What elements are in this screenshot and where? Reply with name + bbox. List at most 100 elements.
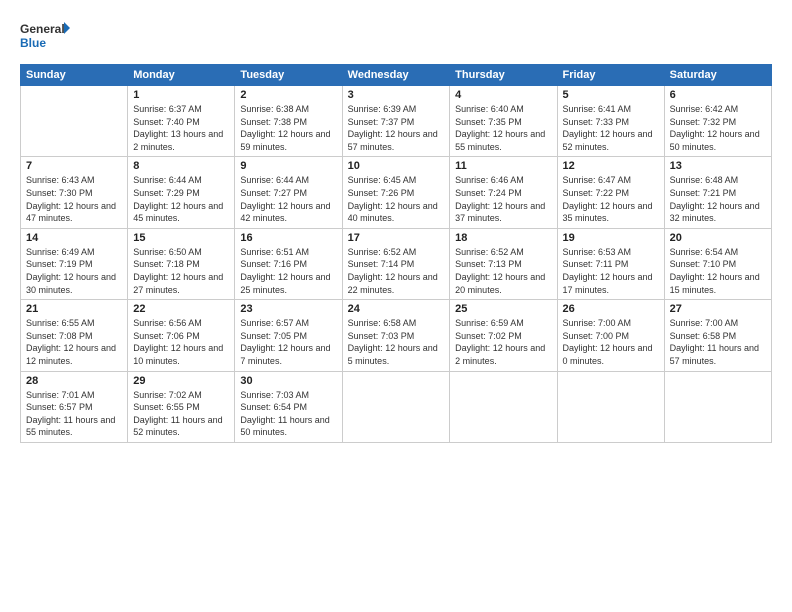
day-number: 3 bbox=[348, 89, 445, 101]
day-number: 21 bbox=[26, 303, 122, 315]
weekday-wednesday: Wednesday bbox=[342, 65, 450, 86]
day-cell: 5 Sunrise: 6:41 AM Sunset: 7:33 PM Dayli… bbox=[557, 86, 664, 157]
header: General Blue bbox=[20, 18, 772, 54]
day-cell: 21 Sunrise: 6:55 AM Sunset: 7:08 PM Dayl… bbox=[21, 300, 128, 371]
day-cell: 4 Sunrise: 6:40 AM Sunset: 7:35 PM Dayli… bbox=[450, 86, 557, 157]
day-number: 27 bbox=[670, 303, 766, 315]
day-info: Sunrise: 6:59 AM Sunset: 7:02 PM Dayligh… bbox=[455, 317, 551, 367]
day-cell: 18 Sunrise: 6:52 AM Sunset: 7:13 PM Dayl… bbox=[450, 228, 557, 299]
weekday-tuesday: Tuesday bbox=[235, 65, 342, 86]
day-number: 10 bbox=[348, 160, 445, 172]
day-number: 24 bbox=[348, 303, 445, 315]
day-info: Sunrise: 6:39 AM Sunset: 7:37 PM Dayligh… bbox=[348, 103, 445, 153]
week-row-4: 21 Sunrise: 6:55 AM Sunset: 7:08 PM Dayl… bbox=[21, 300, 772, 371]
day-number: 15 bbox=[133, 232, 229, 244]
day-info: Sunrise: 6:40 AM Sunset: 7:35 PM Dayligh… bbox=[455, 103, 551, 153]
weekday-monday: Monday bbox=[128, 65, 235, 86]
day-cell: 20 Sunrise: 6:54 AM Sunset: 7:10 PM Dayl… bbox=[664, 228, 771, 299]
day-number: 19 bbox=[563, 232, 659, 244]
logo: General Blue bbox=[20, 18, 70, 54]
day-info: Sunrise: 7:03 AM Sunset: 6:54 PM Dayligh… bbox=[240, 389, 336, 439]
day-cell: 14 Sunrise: 6:49 AM Sunset: 7:19 PM Dayl… bbox=[21, 228, 128, 299]
day-info: Sunrise: 6:37 AM Sunset: 7:40 PM Dayligh… bbox=[133, 103, 229, 153]
day-number: 11 bbox=[455, 160, 551, 172]
day-number: 1 bbox=[133, 89, 229, 101]
day-cell: 25 Sunrise: 6:59 AM Sunset: 7:02 PM Dayl… bbox=[450, 300, 557, 371]
day-number: 7 bbox=[26, 160, 122, 172]
day-cell: 30 Sunrise: 7:03 AM Sunset: 6:54 PM Dayl… bbox=[235, 371, 342, 442]
day-info: Sunrise: 6:50 AM Sunset: 7:18 PM Dayligh… bbox=[133, 246, 229, 296]
day-info: Sunrise: 6:57 AM Sunset: 7:05 PM Dayligh… bbox=[240, 317, 336, 367]
day-number: 28 bbox=[26, 375, 122, 387]
day-number: 16 bbox=[240, 232, 336, 244]
day-info: Sunrise: 6:44 AM Sunset: 7:27 PM Dayligh… bbox=[240, 174, 336, 224]
day-cell: 10 Sunrise: 6:45 AM Sunset: 7:26 PM Dayl… bbox=[342, 157, 450, 228]
logo-svg: General Blue bbox=[20, 18, 70, 54]
calendar-body: 1 Sunrise: 6:37 AM Sunset: 7:40 PM Dayli… bbox=[21, 86, 772, 443]
day-cell: 13 Sunrise: 6:48 AM Sunset: 7:21 PM Dayl… bbox=[664, 157, 771, 228]
day-info: Sunrise: 6:41 AM Sunset: 7:33 PM Dayligh… bbox=[563, 103, 659, 153]
day-info: Sunrise: 6:53 AM Sunset: 7:11 PM Dayligh… bbox=[563, 246, 659, 296]
day-cell bbox=[557, 371, 664, 442]
day-number: 8 bbox=[133, 160, 229, 172]
day-number: 9 bbox=[240, 160, 336, 172]
day-info: Sunrise: 7:02 AM Sunset: 6:55 PM Dayligh… bbox=[133, 389, 229, 439]
day-number: 13 bbox=[670, 160, 766, 172]
day-number: 29 bbox=[133, 375, 229, 387]
day-info: Sunrise: 6:55 AM Sunset: 7:08 PM Dayligh… bbox=[26, 317, 122, 367]
week-row-3: 14 Sunrise: 6:49 AM Sunset: 7:19 PM Dayl… bbox=[21, 228, 772, 299]
day-info: Sunrise: 6:54 AM Sunset: 7:10 PM Dayligh… bbox=[670, 246, 766, 296]
day-cell: 26 Sunrise: 7:00 AM Sunset: 7:00 PM Dayl… bbox=[557, 300, 664, 371]
day-cell: 22 Sunrise: 6:56 AM Sunset: 7:06 PM Dayl… bbox=[128, 300, 235, 371]
day-cell: 24 Sunrise: 6:58 AM Sunset: 7:03 PM Dayl… bbox=[342, 300, 450, 371]
day-info: Sunrise: 6:46 AM Sunset: 7:24 PM Dayligh… bbox=[455, 174, 551, 224]
day-number: 20 bbox=[670, 232, 766, 244]
weekday-header-row: SundayMondayTuesdayWednesdayThursdayFrid… bbox=[21, 65, 772, 86]
week-row-1: 1 Sunrise: 6:37 AM Sunset: 7:40 PM Dayli… bbox=[21, 86, 772, 157]
day-cell: 23 Sunrise: 6:57 AM Sunset: 7:05 PM Dayl… bbox=[235, 300, 342, 371]
day-info: Sunrise: 6:49 AM Sunset: 7:19 PM Dayligh… bbox=[26, 246, 122, 296]
day-number: 6 bbox=[670, 89, 766, 101]
day-number: 18 bbox=[455, 232, 551, 244]
day-info: Sunrise: 6:45 AM Sunset: 7:26 PM Dayligh… bbox=[348, 174, 445, 224]
day-number: 12 bbox=[563, 160, 659, 172]
day-cell: 16 Sunrise: 6:51 AM Sunset: 7:16 PM Dayl… bbox=[235, 228, 342, 299]
day-number: 26 bbox=[563, 303, 659, 315]
day-cell: 2 Sunrise: 6:38 AM Sunset: 7:38 PM Dayli… bbox=[235, 86, 342, 157]
day-cell bbox=[21, 86, 128, 157]
weekday-sunday: Sunday bbox=[21, 65, 128, 86]
day-number: 25 bbox=[455, 303, 551, 315]
page: General Blue SundayMondayTuesdayWednesda… bbox=[0, 0, 792, 612]
day-cell bbox=[664, 371, 771, 442]
day-info: Sunrise: 7:00 AM Sunset: 7:00 PM Dayligh… bbox=[563, 317, 659, 367]
day-number: 30 bbox=[240, 375, 336, 387]
day-cell: 8 Sunrise: 6:44 AM Sunset: 7:29 PM Dayli… bbox=[128, 157, 235, 228]
day-info: Sunrise: 6:43 AM Sunset: 7:30 PM Dayligh… bbox=[26, 174, 122, 224]
day-cell: 28 Sunrise: 7:01 AM Sunset: 6:57 PM Dayl… bbox=[21, 371, 128, 442]
week-row-2: 7 Sunrise: 6:43 AM Sunset: 7:30 PM Dayli… bbox=[21, 157, 772, 228]
day-info: Sunrise: 6:38 AM Sunset: 7:38 PM Dayligh… bbox=[240, 103, 336, 153]
day-cell: 3 Sunrise: 6:39 AM Sunset: 7:37 PM Dayli… bbox=[342, 86, 450, 157]
day-info: Sunrise: 7:00 AM Sunset: 6:58 PM Dayligh… bbox=[670, 317, 766, 367]
day-cell: 15 Sunrise: 6:50 AM Sunset: 7:18 PM Dayl… bbox=[128, 228, 235, 299]
week-row-5: 28 Sunrise: 7:01 AM Sunset: 6:57 PM Dayl… bbox=[21, 371, 772, 442]
day-cell: 11 Sunrise: 6:46 AM Sunset: 7:24 PM Dayl… bbox=[450, 157, 557, 228]
day-info: Sunrise: 6:48 AM Sunset: 7:21 PM Dayligh… bbox=[670, 174, 766, 224]
day-cell: 9 Sunrise: 6:44 AM Sunset: 7:27 PM Dayli… bbox=[235, 157, 342, 228]
day-info: Sunrise: 6:44 AM Sunset: 7:29 PM Dayligh… bbox=[133, 174, 229, 224]
day-cell: 27 Sunrise: 7:00 AM Sunset: 6:58 PM Dayl… bbox=[664, 300, 771, 371]
day-info: Sunrise: 6:42 AM Sunset: 7:32 PM Dayligh… bbox=[670, 103, 766, 153]
day-info: Sunrise: 6:52 AM Sunset: 7:14 PM Dayligh… bbox=[348, 246, 445, 296]
day-number: 5 bbox=[563, 89, 659, 101]
weekday-friday: Friday bbox=[557, 65, 664, 86]
day-cell: 1 Sunrise: 6:37 AM Sunset: 7:40 PM Dayli… bbox=[128, 86, 235, 157]
day-info: Sunrise: 6:51 AM Sunset: 7:16 PM Dayligh… bbox=[240, 246, 336, 296]
svg-text:Blue: Blue bbox=[20, 36, 46, 50]
day-info: Sunrise: 6:47 AM Sunset: 7:22 PM Dayligh… bbox=[563, 174, 659, 224]
day-number: 2 bbox=[240, 89, 336, 101]
day-cell: 17 Sunrise: 6:52 AM Sunset: 7:14 PM Dayl… bbox=[342, 228, 450, 299]
day-cell: 7 Sunrise: 6:43 AM Sunset: 7:30 PM Dayli… bbox=[21, 157, 128, 228]
day-info: Sunrise: 6:58 AM Sunset: 7:03 PM Dayligh… bbox=[348, 317, 445, 367]
day-cell: 12 Sunrise: 6:47 AM Sunset: 7:22 PM Dayl… bbox=[557, 157, 664, 228]
day-number: 17 bbox=[348, 232, 445, 244]
